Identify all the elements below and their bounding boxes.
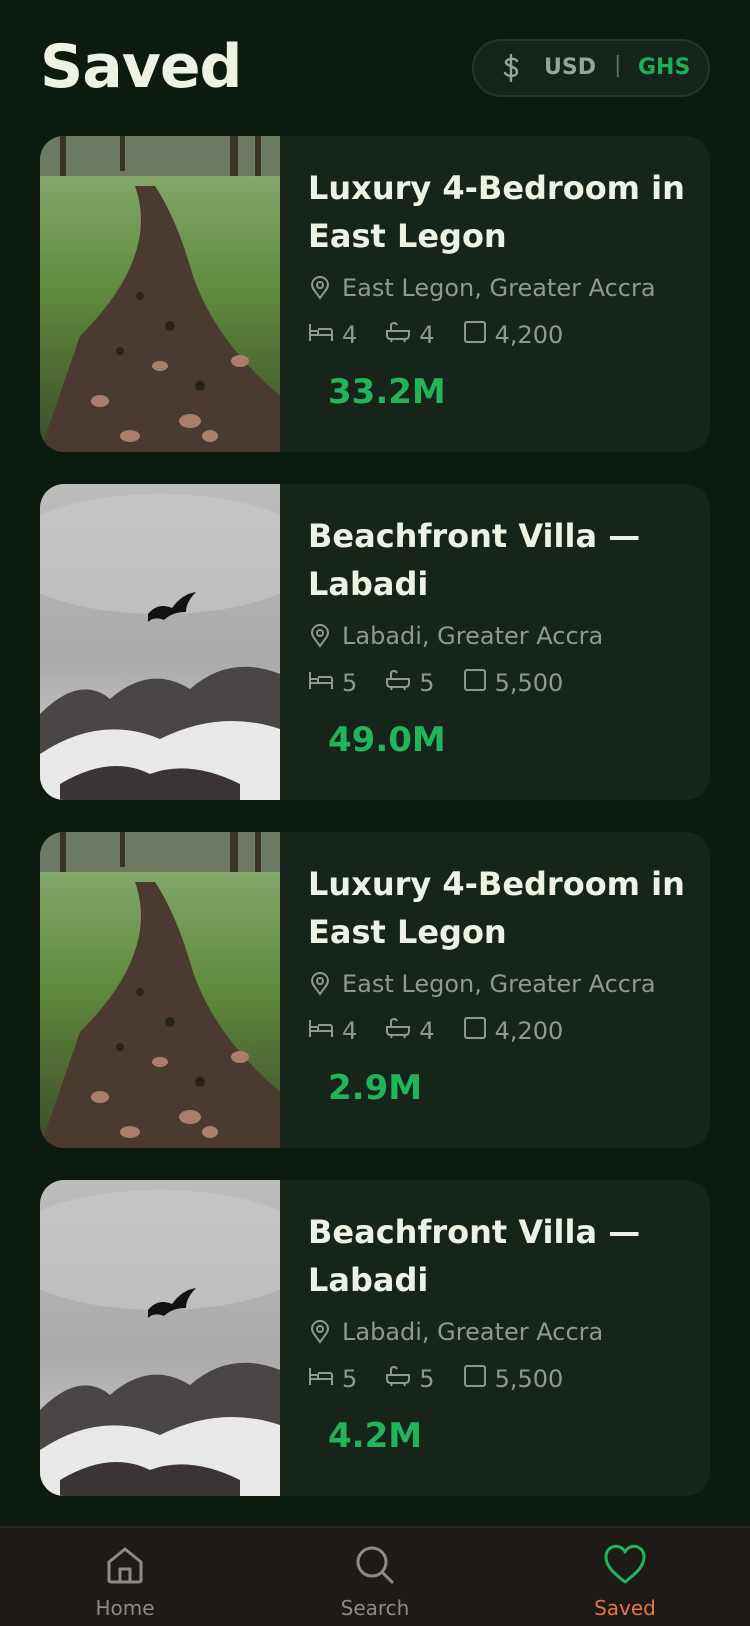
dollar-icon: [500, 53, 522, 89]
baths-count: 4: [419, 321, 435, 349]
listing-title: Beachfront Villa — Labadi: [308, 1213, 641, 1299]
listing-photo: [40, 832, 280, 1148]
area-value: 5,500: [494, 1365, 564, 1393]
listing-location: Labadi, Greater Accra: [308, 622, 688, 650]
listing-info: Luxury 4-Bedroom in East Legon East Lego…: [308, 164, 688, 412]
bed-icon: [308, 669, 334, 697]
nav-home-label: Home: [95, 1596, 155, 1620]
beds-feature: 4: [308, 1017, 357, 1045]
header: Saved USD | GHS: [40, 28, 710, 108]
listing-location: East Legon, Greater Accra: [308, 970, 688, 998]
listing-price: 4.2M: [328, 1416, 423, 1456]
currency-usd-option[interactable]: USD: [544, 55, 596, 80]
listing-location-text: Labadi, Greater Accra: [342, 1318, 604, 1346]
bed-icon: [308, 321, 334, 349]
beds-count: 5: [342, 1365, 358, 1393]
area-icon: [463, 668, 487, 698]
listing-info: Beachfront Villa — Labadi Labadi, Greate…: [308, 1208, 688, 1456]
currency-toggle[interactable]: USD | GHS: [472, 39, 710, 97]
map-pin-icon: [308, 624, 332, 648]
listing-price: 49.0M: [328, 720, 446, 760]
nav-search[interactable]: Search: [295, 1544, 455, 1620]
currency-ghs-option[interactable]: GHS: [638, 55, 690, 80]
bed-icon: [308, 1365, 334, 1393]
search-icon: [295, 1544, 455, 1590]
listing-card[interactable]: Beachfront Villa — Labadi Labadi, Greate…: [40, 1180, 710, 1496]
home-icon: [45, 1544, 205, 1590]
bath-icon: [385, 669, 411, 697]
listing-card[interactable]: Beachfront Villa — Labadi Labadi, Greate…: [40, 484, 710, 800]
listing-price: 2.9M: [328, 1068, 423, 1108]
listing-photo: [40, 484, 280, 800]
listing-photo: [40, 136, 280, 452]
area-feature: 5,500: [463, 668, 564, 698]
listing-title: Luxury 4-Bedroom in East Legon: [308, 865, 685, 951]
bath-icon: [385, 1017, 411, 1045]
baths-count: 5: [419, 669, 435, 697]
bottom-nav: Home Search Saved: [0, 1526, 750, 1626]
listing-location-text: Labadi, Greater Accra: [342, 622, 604, 650]
beds-feature: 5: [308, 1365, 357, 1393]
area-feature: 5,500: [463, 1364, 564, 1394]
beds-count: 4: [342, 1017, 358, 1045]
listing-location-text: East Legon, Greater Accra: [342, 274, 656, 302]
bath-icon: [385, 321, 411, 349]
beds-feature: 5: [308, 669, 357, 697]
area-icon: [463, 1016, 487, 1046]
listing-card[interactable]: Luxury 4-Bedroom in East Legon East Lego…: [40, 832, 710, 1148]
baths-count: 4: [419, 1017, 435, 1045]
listing-price: 33.2M: [328, 372, 446, 412]
area-icon: [463, 320, 487, 350]
area-value: 4,200: [494, 321, 564, 349]
map-pin-icon: [308, 276, 332, 300]
listing-features: 5 5 5,500: [308, 668, 688, 698]
bed-icon: [308, 1017, 334, 1045]
currency-separator: |: [614, 53, 622, 78]
listing-location: East Legon, Greater Accra: [308, 274, 688, 302]
beds-count: 4: [342, 321, 358, 349]
listing-title: Luxury 4-Bedroom in East Legon: [308, 169, 685, 255]
nav-search-label: Search: [340, 1596, 410, 1620]
area-value: 5,500: [494, 669, 564, 697]
listing-features: 4 4 4,200: [308, 320, 688, 350]
listing-title: Beachfront Villa — Labadi: [308, 517, 641, 603]
heart-icon: [545, 1544, 705, 1590]
nav-saved[interactable]: Saved: [545, 1544, 705, 1620]
listing-info: Luxury 4-Bedroom in East Legon East Lego…: [308, 860, 688, 1108]
baths-count: 5: [419, 1365, 435, 1393]
listing-card[interactable]: Luxury 4-Bedroom in East Legon East Lego…: [40, 136, 710, 452]
bath-icon: [385, 1365, 411, 1393]
page-title: Saved: [40, 32, 242, 102]
listing-location-text: East Legon, Greater Accra: [342, 970, 656, 998]
baths-feature: 5: [385, 1365, 435, 1393]
area-feature: 4,200: [463, 320, 564, 350]
beds-feature: 4: [308, 321, 357, 349]
listing-location: Labadi, Greater Accra: [308, 1318, 688, 1346]
baths-feature: 5: [385, 669, 435, 697]
beds-count: 5: [342, 669, 358, 697]
nav-saved-label: Saved: [594, 1596, 656, 1620]
saved-listings: Luxury 4-Bedroom in East Legon East Lego…: [40, 136, 710, 1528]
baths-feature: 4: [385, 1017, 435, 1045]
map-pin-icon: [308, 1320, 332, 1344]
area-value: 4,200: [494, 1017, 564, 1045]
listing-features: 4 4 4,200: [308, 1016, 688, 1046]
listing-features: 5 5 5,500: [308, 1364, 688, 1394]
nav-home[interactable]: Home: [45, 1544, 205, 1620]
map-pin-icon: [308, 972, 332, 996]
area-feature: 4,200: [463, 1016, 564, 1046]
area-icon: [463, 1364, 487, 1394]
listing-photo: [40, 1180, 280, 1496]
baths-feature: 4: [385, 321, 435, 349]
listing-info: Beachfront Villa — Labadi Labadi, Greate…: [308, 512, 688, 760]
